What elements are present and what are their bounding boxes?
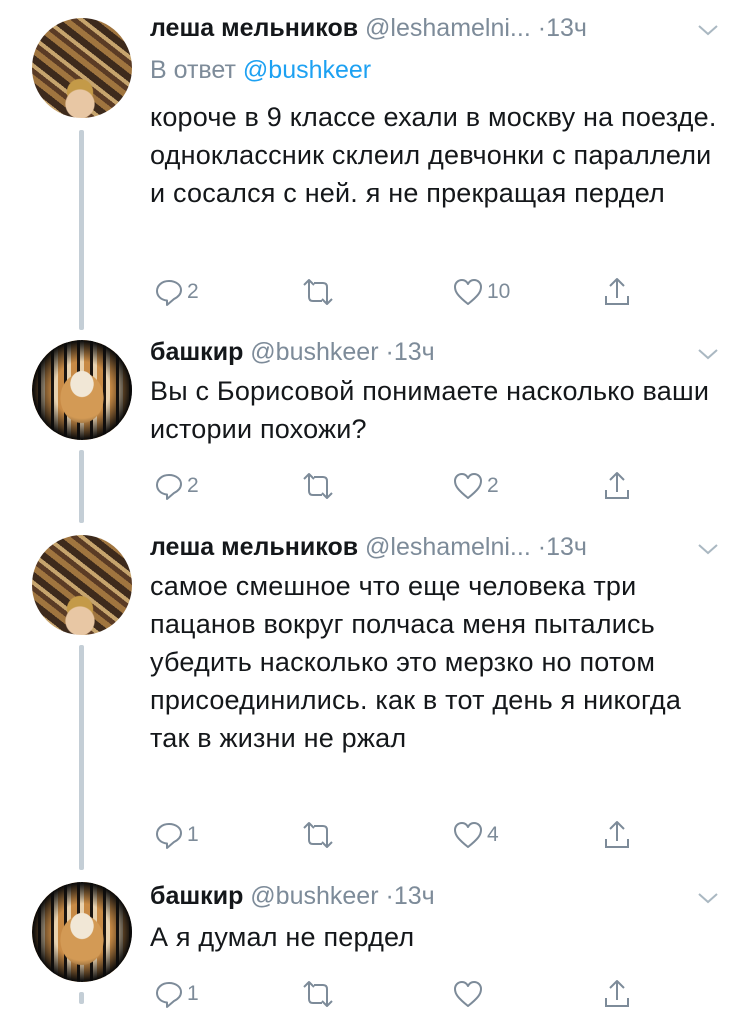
- like-icon: [454, 822, 482, 848]
- reply-count: 1: [187, 823, 199, 846]
- like-count: 2: [487, 474, 499, 497]
- like-count: 4: [487, 823, 499, 846]
- author-handle[interactable]: @leshamelni...: [365, 14, 531, 42]
- tweet-actions: 1: [150, 976, 640, 1012]
- retweet-button[interactable]: [300, 817, 339, 853]
- tweet-text: короче в 9 классе ехали в москву на поез…: [150, 102, 717, 208]
- tweet-header: башкир @bushkeer ·13ч: [150, 882, 719, 922]
- author-name[interactable]: башкир: [150, 338, 243, 366]
- reply-button[interactable]: 1: [154, 817, 199, 853]
- separator: ·: [537, 14, 547, 42]
- timestamp[interactable]: 13ч: [394, 882, 435, 910]
- thread-line: [79, 130, 84, 330]
- share-icon: [605, 472, 629, 499]
- like-icon: [454, 981, 482, 1007]
- chevron-down-icon[interactable]: [697, 541, 719, 557]
- author-name[interactable]: башкир: [150, 882, 243, 910]
- tweet[interactable]: башкир @bushkeer ·13ч А я думал не перде…: [0, 870, 749, 1008]
- share-button[interactable]: [602, 274, 632, 310]
- author-name[interactable]: леша мельников: [150, 533, 358, 561]
- avatar[interactable]: [32, 18, 132, 118]
- like-button[interactable]: 2: [452, 468, 499, 504]
- share-button[interactable]: [602, 817, 632, 853]
- like-icon: [454, 279, 482, 305]
- reply-handle-link[interactable]: @bushkeer: [243, 56, 371, 84]
- timestamp[interactable]: 13ч: [546, 14, 587, 42]
- reply-count: 1: [187, 982, 199, 1005]
- chevron-down-icon[interactable]: [697, 346, 719, 362]
- like-button[interactable]: [452, 976, 487, 1012]
- reply-icon: [156, 280, 182, 306]
- tweet[interactable]: леша мельников @leshamelni... ·13ч самое…: [0, 523, 749, 870]
- share-icon: [605, 980, 629, 1007]
- retweet-button[interactable]: [300, 274, 339, 310]
- like-count: 10: [487, 280, 511, 303]
- avatar[interactable]: [32, 535, 132, 635]
- tweet-text: самое смешное что еще человека три пацан…: [150, 571, 682, 753]
- author-handle[interactable]: @bushkeer: [250, 882, 378, 910]
- reply-button[interactable]: 2: [154, 274, 199, 310]
- reply-icon: [156, 474, 182, 500]
- timestamp[interactable]: 13ч: [546, 533, 587, 561]
- reply-count: 2: [187, 474, 199, 497]
- chevron-down-icon[interactable]: [697, 890, 719, 906]
- reply-icon: [156, 982, 182, 1008]
- reply-icon: [156, 823, 182, 849]
- like-icon: [454, 473, 482, 499]
- retweet-icon: [303, 279, 333, 305]
- share-button[interactable]: [602, 976, 632, 1012]
- share-icon: [605, 821, 629, 848]
- retweet-icon: [303, 981, 333, 1007]
- tweet[interactable]: башкир @bushkeer ·13ч Вы с Борисовой пон…: [0, 330, 749, 523]
- reply-button[interactable]: 1: [154, 976, 199, 1012]
- retweet-icon: [303, 822, 333, 848]
- thread-line: [79, 992, 84, 1004]
- separator: ·: [385, 882, 394, 910]
- chevron-down-icon[interactable]: [697, 22, 719, 38]
- tweet-actions: 1 4: [150, 817, 640, 853]
- retweet-button[interactable]: [300, 976, 339, 1012]
- tweet-actions: 2 2: [150, 468, 640, 504]
- tweet-text: А я думал не пердел: [150, 922, 415, 952]
- author-handle[interactable]: @bushkeer: [250, 338, 378, 366]
- reply-button[interactable]: 2: [154, 468, 199, 504]
- like-button[interactable]: 4: [452, 817, 499, 853]
- reply-count: 2: [187, 280, 199, 303]
- tweet-actions: 2 10: [150, 274, 640, 310]
- avatar[interactable]: [32, 882, 132, 982]
- share-icon: [605, 278, 629, 305]
- share-button[interactable]: [602, 468, 632, 504]
- separator: ·: [385, 338, 394, 366]
- avatar[interactable]: [32, 340, 132, 440]
- author-name[interactable]: леша мельников: [150, 14, 358, 42]
- tweet-header: леша мельников @leshamelni... ·13ч: [150, 14, 719, 54]
- thread-line: [79, 645, 84, 870]
- retweet-button[interactable]: [300, 468, 339, 504]
- tweet[interactable]: леша мельников @leshamelni... ·13ч В отв…: [0, 0, 749, 330]
- like-button[interactable]: 10: [452, 274, 510, 310]
- thread-line: [79, 450, 84, 523]
- retweet-icon: [303, 473, 333, 499]
- tweet-text: Вы с Борисовой понимаете насколько ваши …: [150, 376, 710, 444]
- separator: ·: [537, 533, 547, 561]
- reply-context: В ответ @bushkeer: [150, 56, 371, 85]
- reply-prefix: В ответ: [150, 56, 236, 84]
- timestamp[interactable]: 13ч: [394, 338, 435, 366]
- author-handle[interactable]: @leshamelni...: [365, 533, 531, 561]
